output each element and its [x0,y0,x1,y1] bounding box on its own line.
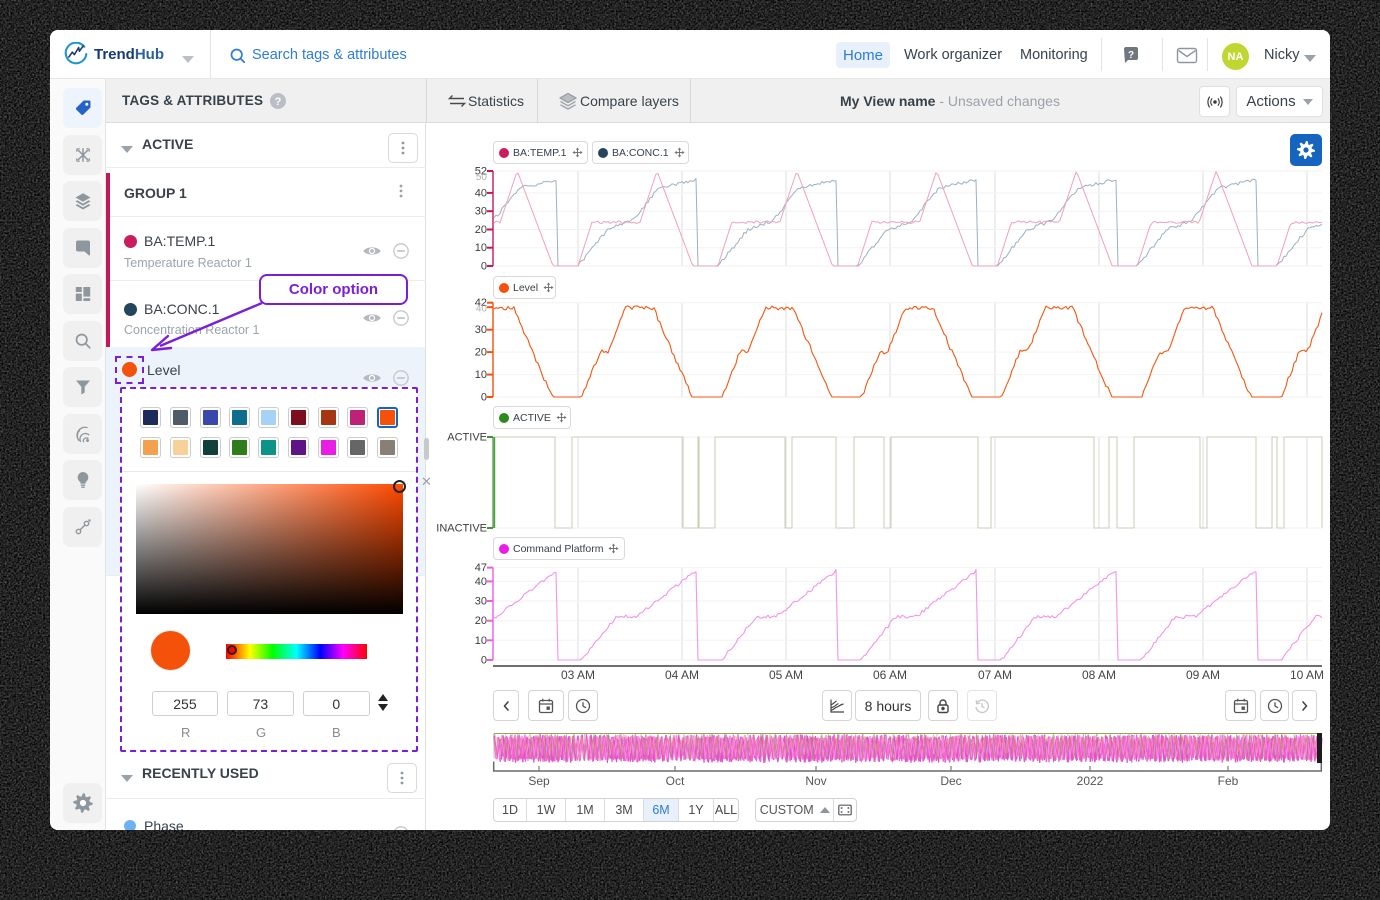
svg-text:INACTIVE: INACTIVE [436,523,487,535]
svg-text:Dec: Dec [940,774,961,788]
svg-text:40: 40 [476,304,488,315]
svg-text:30: 30 [475,206,487,218]
svg-text:Nov: Nov [805,774,826,788]
svg-text:2022: 2022 [1077,774,1104,788]
svg-text:10: 10 [475,635,487,647]
svg-text:10: 10 [475,242,487,254]
svg-text:30: 30 [475,324,487,336]
svg-text:47: 47 [475,562,487,574]
svg-text:?: ? [1128,50,1134,61]
svg-text:10 AM: 10 AM [1290,668,1324,682]
svg-text:08 AM: 08 AM [1082,668,1116,682]
svg-text:06 AM: 06 AM [873,668,907,682]
svg-text:?: ? [275,96,282,108]
svg-text:0: 0 [481,261,487,273]
svg-text:40: 40 [475,576,487,588]
svg-text:0: 0 [481,655,487,667]
svg-text:ACTIVE: ACTIVE [447,432,487,444]
svg-text:Oct: Oct [666,774,685,788]
svg-text:Feb: Feb [1218,774,1239,788]
svg-text:Sep: Sep [528,774,550,788]
svg-text:50: 50 [476,172,488,183]
svg-text:20: 20 [475,347,487,359]
svg-text:30: 30 [475,596,487,608]
svg-text:07 AM: 07 AM [978,668,1012,682]
svg-text:40: 40 [475,187,487,199]
svg-text:09 AM: 09 AM [1186,668,1220,682]
svg-text:20: 20 [475,224,487,236]
svg-text:10: 10 [475,369,487,381]
svg-text:03 AM: 03 AM [561,668,595,682]
svg-text:0: 0 [481,392,487,404]
svg-text:05 AM: 05 AM [769,668,803,682]
svg-text:20: 20 [475,615,487,627]
svg-text:04 AM: 04 AM [665,668,699,682]
